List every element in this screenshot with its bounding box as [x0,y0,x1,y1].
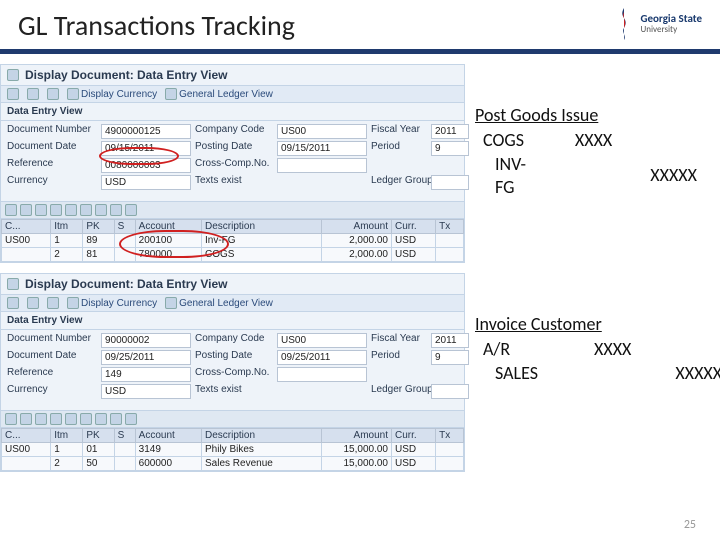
side-note-1: Post Goods Issue COGSXXXX INV-FGXXXXX [475,64,705,200]
lbl-fy: Fiscal Year [371,124,427,139]
ledger-icon [165,297,177,309]
table-row[interactable]: US00189 200100Inv-FG 2,000.00USD [2,234,464,248]
logo-text-sub: University [640,25,702,35]
lbl-curr: Currency [7,175,97,190]
display-currency-button[interactable]: Display Currency [67,88,157,100]
print-icon[interactable] [50,204,62,216]
lbl-period: Period [371,141,427,156]
export-icon[interactable] [95,413,107,425]
col-curr[interactable]: Curr. [392,220,436,234]
inp-pdate[interactable]: 09/15/2011 [277,141,367,156]
inp-fy[interactable]: 2011 [431,124,469,139]
lbl-docnum: Document Number [7,124,97,139]
inp-cc[interactable]: US00 [277,124,367,139]
panel1-heading: Display Document: Data Entry View [25,68,228,82]
table-row[interactable]: US00101 3149Phily Bikes 15,000.00USD [2,443,464,457]
sum-icon[interactable] [35,204,47,216]
wand-icon[interactable] [47,88,59,100]
lbl-ref: Reference [7,158,97,173]
panel2-heading: Display Document: Data Entry View [25,277,228,291]
panel2-section: Data Entry View [1,312,464,330]
lbl-pdate: Posting Date [195,141,273,156]
currency-icon [67,88,79,100]
panel2-toolbar: Display Currency General Ledger View [1,294,464,312]
side1-title: Post Goods Issue [475,104,705,127]
excel-icon[interactable] [65,204,77,216]
glasses-icon[interactable] [27,297,39,309]
gl-view-button[interactable]: General Ledger View [165,88,273,100]
col-s[interactable]: S [114,220,135,234]
col-pk[interactable]: PK [83,220,114,234]
sap-panel-2: Display Document: Data Entry View Displa… [0,273,465,472]
gsu-logo: Georgia State University [612,8,702,40]
table-row[interactable]: 281 780000COGS 2,000.00USD [2,248,464,262]
print-icon[interactable] [50,413,62,425]
glasses-icon[interactable] [27,88,39,100]
panel2-line-items: C... Itm PK S Account Description Amount… [1,428,464,471]
gl-view-button[interactable]: General Ledger View [165,297,273,309]
doc-icon [7,278,19,290]
col-itm[interactable]: Itm [51,220,83,234]
inp-ccn[interactable] [277,158,367,173]
layout-icon[interactable] [80,413,92,425]
inp-curr[interactable]: USD [101,175,191,190]
display-currency-button[interactable]: Display Currency [67,297,157,309]
graph-icon[interactable] [110,413,122,425]
tree-icon[interactable] [7,88,19,100]
panel1-section: Data Entry View [1,103,464,121]
circle-annotation-ref [99,147,179,165]
lbl-ccn: Cross-Comp.No. [195,158,273,173]
extra-icon[interactable] [125,413,137,425]
panel1-line-items: C... Itm PK S Account Description Amount… [1,219,464,262]
layout-icon[interactable] [80,204,92,216]
title-divider [0,49,720,54]
page-number: 25 [684,518,696,532]
sort-icon[interactable] [5,413,17,425]
circle-annotation-desc [119,230,229,258]
extra-icon[interactable] [125,204,137,216]
slide-title: GL Transactions Tracking [18,8,295,43]
lbl-cc: Company Code [195,124,273,139]
side2-title: Invoice Customer [475,313,705,336]
export-icon[interactable] [95,204,107,216]
sort-icon[interactable] [5,204,17,216]
filter-icon[interactable] [20,204,32,216]
side-note-2: Invoice Customer A/RXXXX SALESXXXXX [475,273,705,387]
col-tx[interactable]: Tx [436,220,464,234]
col-co[interactable]: C... [2,220,51,234]
currency-icon [67,297,79,309]
panel1-toolbar: Display Currency General Ledger View [1,85,464,103]
flame-icon [612,8,636,40]
lbl-texts: Texts exist [195,175,273,190]
inp-docnum[interactable]: 4900000125 [101,124,191,139]
sum-icon[interactable] [35,413,47,425]
filter-icon[interactable] [20,413,32,425]
lbl-lgroup: Ledger Group [371,175,427,190]
ledger-icon [165,88,177,100]
col-amount[interactable]: Amount [322,220,392,234]
inp-lgroup[interactable] [431,175,469,190]
sap-panel-1: Display Document: Data Entry View Displa… [0,64,465,263]
graph-icon[interactable] [110,204,122,216]
excel-icon[interactable] [65,413,77,425]
doc-icon [7,69,19,81]
panel2-table-toolbar [1,410,464,428]
wand-icon[interactable] [47,297,59,309]
col-desc[interactable]: Description [202,220,322,234]
inp-period[interactable]: 9 [431,141,469,156]
table-row[interactable]: 250 600000Sales Revenue 15,000.00USD [2,457,464,471]
panel1-table-toolbar [1,201,464,219]
lbl-docdate: Document Date [7,141,97,156]
tree-icon[interactable] [7,297,19,309]
